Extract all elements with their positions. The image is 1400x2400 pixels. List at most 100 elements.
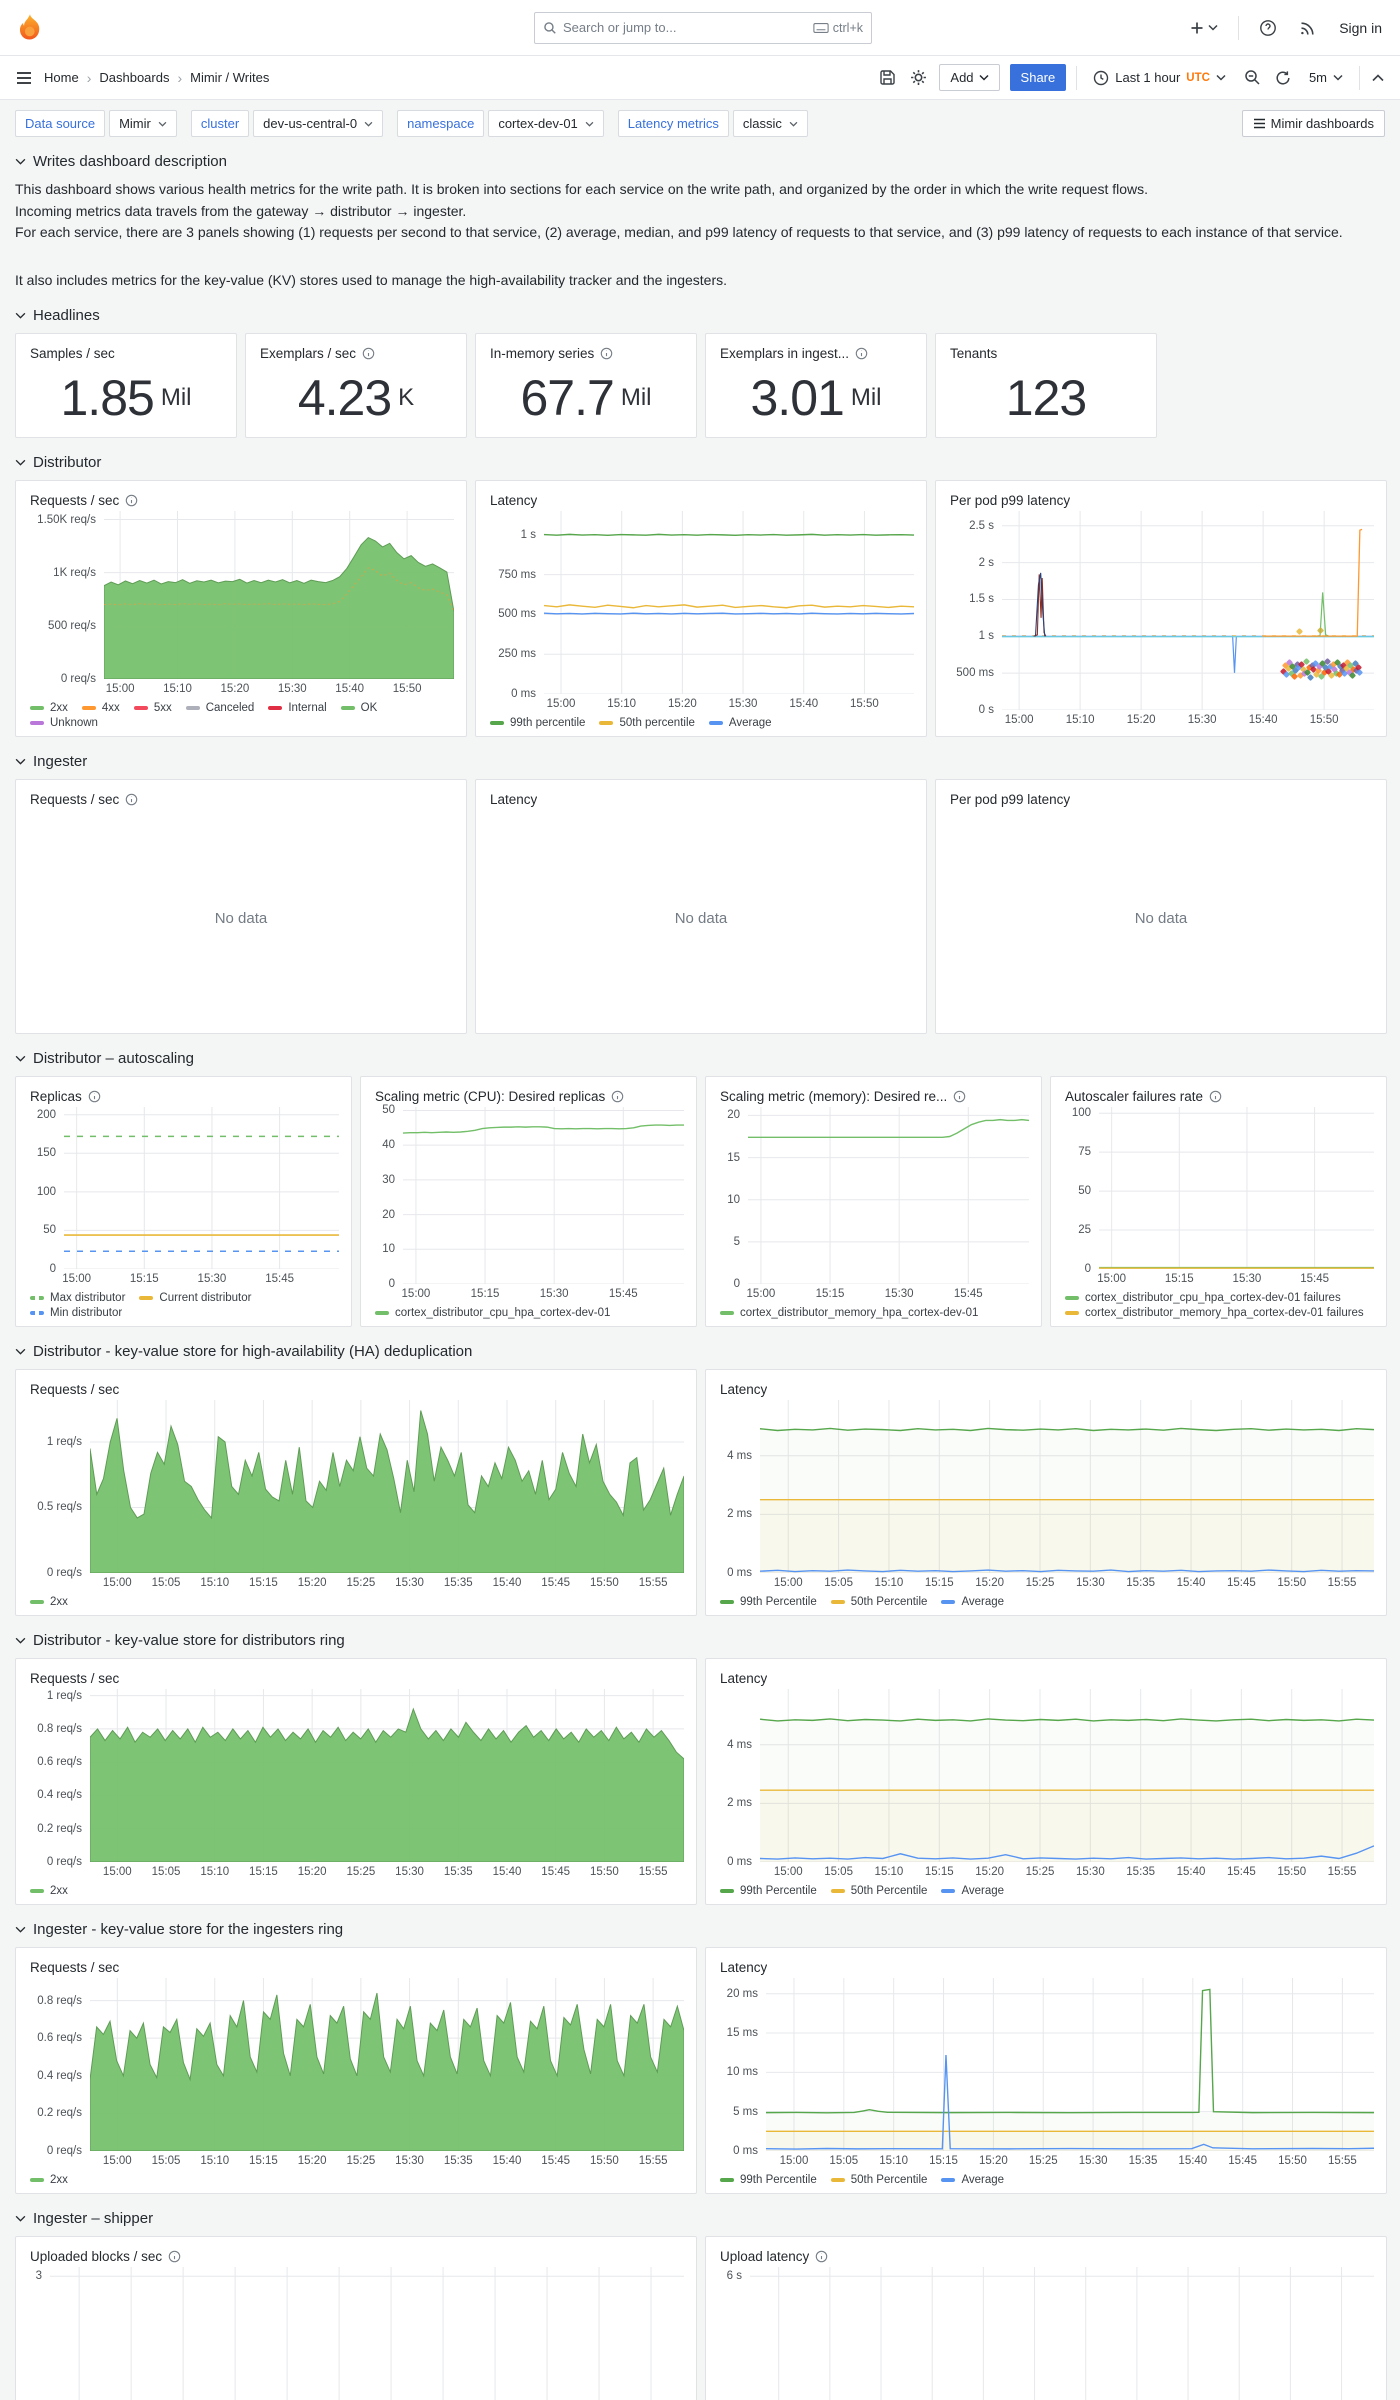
panel-title[interactable]: Requests / sec bbox=[30, 489, 454, 511]
news-button[interactable] bbox=[1297, 17, 1319, 39]
share-button[interactable]: Share bbox=[1009, 64, 1067, 91]
sign-in-button[interactable]: Sign in bbox=[1337, 18, 1384, 38]
panel-title[interactable]: Latency bbox=[720, 1378, 1374, 1400]
section-headlines[interactable]: Headlines bbox=[15, 307, 1385, 324]
legend-item[interactable]: 5xx bbox=[133, 702, 172, 714]
info-icon[interactable] bbox=[815, 2250, 828, 2263]
legend-item[interactable]: Average bbox=[708, 717, 772, 729]
panel-title[interactable]: Tenants bbox=[950, 342, 1144, 364]
legend-item[interactable]: 2xx bbox=[30, 1596, 68, 1608]
legend-item[interactable]: 2xx bbox=[30, 702, 68, 714]
panel-title[interactable]: Samples / sec bbox=[30, 342, 224, 364]
variable-label[interactable]: Latency metrics bbox=[617, 110, 729, 137]
info-icon[interactable] bbox=[611, 1090, 624, 1103]
panel-title[interactable]: Requests / sec bbox=[30, 1667, 684, 1689]
info-icon[interactable] bbox=[362, 347, 375, 360]
panel-title[interactable]: Latency bbox=[720, 1667, 1374, 1689]
legend-item[interactable]: cortex_distributor_cpu_hpa_cortex-dev-01… bbox=[1065, 1292, 1341, 1304]
add-panel-button[interactable]: Add bbox=[939, 64, 1000, 91]
section-description[interactable]: Writes dashboard description bbox=[15, 153, 1385, 170]
search-input[interactable]: Search or jump to... ctrl+k bbox=[534, 11, 872, 44]
help-button[interactable] bbox=[1257, 17, 1279, 39]
chart-plot-area[interactable] bbox=[766, 1978, 1374, 2151]
legend-item[interactable]: 99th Percentile bbox=[720, 2174, 817, 2186]
section-distributor-autoscaling[interactable]: Distributor – autoscaling bbox=[15, 1050, 1385, 1067]
panel-title[interactable]: Scaling metric (memory): Desired re... bbox=[720, 1085, 1029, 1107]
section-distributor[interactable]: Distributor bbox=[15, 454, 1385, 471]
panel-title[interactable]: Autoscaler failures rate bbox=[1065, 1085, 1374, 1107]
legend-item[interactable]: 99th Percentile bbox=[720, 1885, 817, 1897]
info-icon[interactable] bbox=[953, 1090, 966, 1103]
legend-item[interactable]: cortex_distributor_memory_hpa_cortex-dev… bbox=[720, 1307, 978, 1319]
legend-item[interactable]: Canceled bbox=[185, 702, 254, 714]
variable-label[interactable]: Data source bbox=[15, 110, 106, 137]
dashboard-settings-button[interactable] bbox=[908, 67, 929, 88]
panel-title[interactable]: Requests / sec bbox=[30, 788, 454, 810]
info-icon[interactable] bbox=[855, 347, 868, 360]
legend-item[interactable]: 2xx bbox=[30, 1885, 68, 1897]
chart-plot-area[interactable] bbox=[90, 1689, 684, 1862]
info-icon[interactable] bbox=[168, 2250, 181, 2263]
legend-item[interactable]: Average bbox=[941, 1596, 1004, 1608]
panel-title[interactable]: Per pod p99 latency bbox=[950, 788, 1374, 810]
variable-label[interactable]: namespace bbox=[397, 110, 485, 137]
legend-item[interactable]: Min distributor bbox=[30, 1307, 122, 1319]
grafana-logo-icon[interactable] bbox=[16, 13, 44, 43]
section-ha-kv-store[interactable]: Distributor - key-value store for high-a… bbox=[15, 1343, 1385, 1360]
breadcrumb-home[interactable]: Home bbox=[44, 70, 79, 85]
legend-item[interactable]: cortex_distributor_cpu_hpa_cortex-dev-01 bbox=[375, 1307, 610, 1319]
chart-plot-area[interactable] bbox=[760, 1400, 1374, 1573]
legend-item[interactable]: Current distributor bbox=[139, 1292, 251, 1304]
time-range-picker[interactable]: Last 1 hour UTC bbox=[1087, 69, 1232, 87]
chart-plot-area[interactable] bbox=[50, 2267, 684, 2400]
panel-title[interactable]: Latency bbox=[720, 1956, 1374, 1978]
legend-item[interactable]: Average bbox=[941, 1885, 1004, 1897]
legend-item[interactable]: Unknown bbox=[30, 717, 98, 729]
info-icon[interactable] bbox=[600, 347, 613, 360]
legend-item[interactable]: Internal bbox=[268, 702, 327, 714]
section-ingester[interactable]: Ingester bbox=[15, 753, 1385, 770]
panel-title[interactable]: Replicas bbox=[30, 1085, 339, 1107]
variable-label[interactable]: cluster bbox=[190, 110, 250, 137]
chart-plot-area[interactable] bbox=[544, 511, 914, 694]
chart-plot-area[interactable] bbox=[104, 511, 454, 679]
variable-value-dropdown[interactable]: Mimir bbox=[109, 110, 177, 137]
panel-title[interactable]: Latency bbox=[490, 788, 914, 810]
breadcrumb-dashboards[interactable]: Dashboards bbox=[99, 70, 169, 85]
section-ingester-shipper[interactable]: Ingester – shipper bbox=[15, 2210, 1385, 2227]
section-distributors-ring[interactable]: Distributor - key-value store for distri… bbox=[15, 1632, 1385, 1649]
legend-item[interactable]: 4xx bbox=[81, 702, 120, 714]
legend-item[interactable]: 99th Percentile bbox=[720, 1596, 817, 1608]
variable-value-dropdown[interactable]: cortex-dev-01 bbox=[488, 110, 604, 137]
menu-toggle-button[interactable] bbox=[14, 69, 34, 87]
info-icon[interactable] bbox=[125, 494, 138, 507]
panel-title[interactable]: In-memory series bbox=[490, 342, 684, 364]
chart-plot-area[interactable] bbox=[403, 1107, 684, 1284]
refresh-button[interactable] bbox=[1273, 68, 1293, 88]
add-menu-button[interactable] bbox=[1187, 18, 1220, 38]
save-dashboard-button[interactable] bbox=[877, 67, 898, 88]
panel-title[interactable]: Latency bbox=[490, 489, 914, 511]
refresh-interval-picker[interactable]: 5m bbox=[1303, 69, 1349, 86]
panel-title[interactable]: Requests / sec bbox=[30, 1956, 684, 1978]
legend-item[interactable]: 50th Percentile bbox=[830, 2174, 927, 2186]
info-icon[interactable] bbox=[1209, 1090, 1222, 1103]
chart-plot-area[interactable] bbox=[64, 1107, 339, 1269]
legend-item[interactable]: 50th Percentile bbox=[830, 1885, 927, 1897]
legend-item[interactable]: 2xx bbox=[30, 2174, 68, 2186]
chart-plot-area[interactable] bbox=[760, 1689, 1374, 1862]
panel-title[interactable]: Exemplars in ingest... bbox=[720, 342, 914, 364]
legend-item[interactable]: 50th Percentile bbox=[830, 1596, 927, 1608]
variable-value-dropdown[interactable]: dev-us-central-0 bbox=[253, 110, 384, 137]
zoom-out-button[interactable] bbox=[1242, 67, 1263, 88]
legend-item[interactable]: Max distributor bbox=[30, 1292, 125, 1304]
legend-item[interactable]: Average bbox=[941, 2174, 1004, 2186]
section-ingesters-ring[interactable]: Ingester - key-value store for the inges… bbox=[15, 1921, 1385, 1938]
chart-plot-area[interactable] bbox=[1099, 1107, 1374, 1269]
chart-plot-area[interactable] bbox=[748, 1107, 1029, 1284]
chart-plot-area[interactable] bbox=[90, 1400, 684, 1573]
panel-title[interactable]: Per pod p99 latency bbox=[950, 489, 1374, 511]
panel-title[interactable]: Upload latency bbox=[720, 2245, 1374, 2267]
chart-plot-area[interactable] bbox=[90, 1978, 684, 2151]
info-icon[interactable] bbox=[125, 793, 138, 806]
